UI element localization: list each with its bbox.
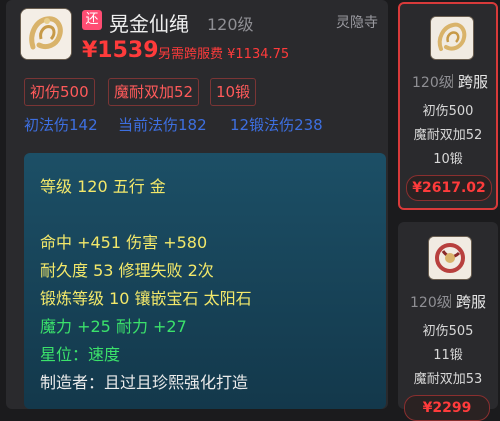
listing-attr-2c: 魔耐双加53: [413, 372, 483, 387]
server-name: 灵隐寺: [336, 15, 378, 31]
tag-magic-endurance: 魔耐双加52: [108, 78, 200, 106]
listing-card-1[interactable]: 120级 跨服 初伤500 魔耐双加52 10锻 ¥2617.02: [398, 2, 498, 210]
stat-magic-endurance: 魔力 +25 耐力 +27: [40, 317, 187, 336]
listing-thumbnail-2: [428, 236, 472, 280]
listing-level-2: 120级: [410, 295, 451, 311]
listing-thumbnail-1: [430, 16, 474, 60]
item-detail-card[interactable]: 还 晃金仙绳 120级 灵隐寺 ¥1539 另需跨服费 ¥1134.75 初伤5…: [6, 0, 388, 409]
item-name: 晃金仙绳: [109, 12, 189, 36]
separator: [452, 74, 453, 88]
stat-maker: 制造者：且过且珍熙强化打造: [40, 373, 249, 392]
stat-hit-damage: 命中 +451 伤害 +580: [40, 233, 208, 252]
listing-attr-2a: 初伤505: [422, 324, 474, 339]
listing-card-2[interactable]: 120级 跨服 初伤505 11锻 魔耐双加53 ¥2299: [398, 222, 498, 421]
tag-initial-magic-damage: 初法伤142: [24, 116, 98, 134]
listing-level-1: 120级: [412, 75, 453, 91]
golden-rope-icon: [431, 17, 473, 59]
listing-attr-1c: 10锻: [433, 152, 463, 167]
listing-attr-1a: 初伤500: [422, 104, 474, 119]
golden-rope-icon: [21, 9, 71, 59]
listing-attr-2b: 11锻: [433, 348, 463, 363]
stat-durability: 耐久度 53 修理失败 2次: [40, 261, 214, 280]
stat-star-position: 星位：速度: [40, 345, 121, 364]
stat-level-element: 等级 120 五行 金: [40, 177, 166, 196]
red-rope-icon: [429, 237, 471, 279]
tag-current-magic-damage: 当前法伤182: [118, 116, 207, 134]
tag-forge-level: 10锻: [210, 78, 257, 106]
stat-forge-gem: 锻炼等级 10 镶嵌宝石 太阳石: [40, 289, 252, 308]
cross-server-label-1: 跨服: [458, 73, 489, 91]
item-stats-panel: 等级 120 五行 金 命中 +451 伤害 +580 耐久度 53 修理失败 …: [24, 153, 386, 409]
tag-initial-damage: 初伤500: [24, 78, 95, 106]
listing-price-1: ¥2617.02: [406, 175, 492, 201]
cross-server-label-2: 跨服: [456, 293, 487, 311]
listing-price-2: ¥2299: [404, 395, 490, 421]
item-price: ¥1539: [82, 38, 159, 63]
tag-forge12-magic-damage: 12锻法伤238: [230, 116, 323, 134]
item-thumbnail: [20, 8, 72, 60]
cross-server-fee: 另需跨服费 ¥1134.75: [158, 47, 290, 62]
bargain-badge: 还: [82, 10, 102, 30]
item-level: 120级: [207, 15, 254, 34]
listing-attr-1b: 魔耐双加52: [413, 128, 483, 143]
separator: [450, 294, 451, 308]
